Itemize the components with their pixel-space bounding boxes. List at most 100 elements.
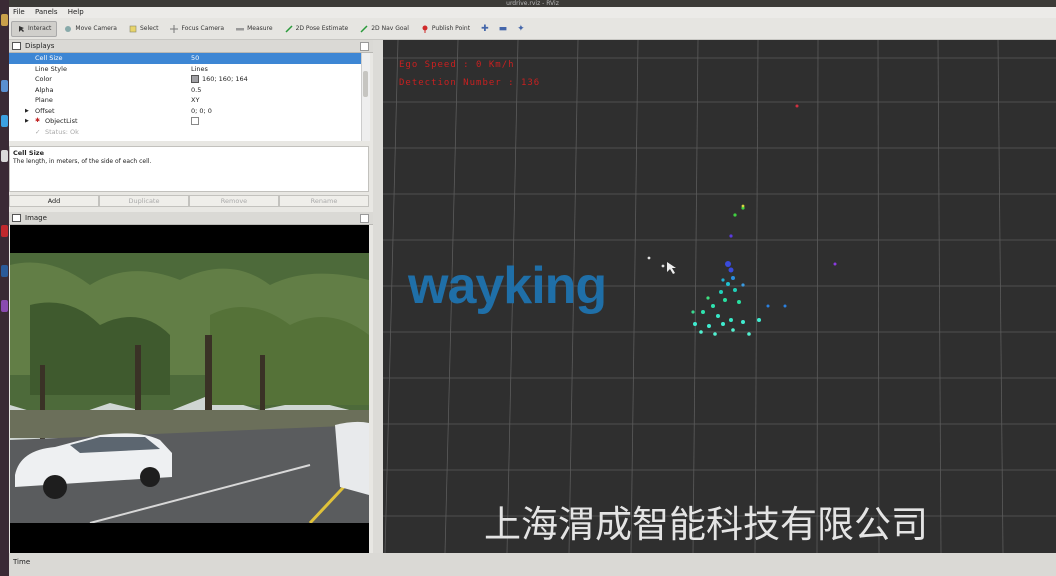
panel-close-button[interactable]	[360, 214, 369, 223]
property-value[interactable]	[191, 116, 199, 127]
plus-icon: ✚	[481, 23, 489, 34]
dock-app-icon[interactable]	[1, 80, 8, 92]
interact-icon	[19, 25, 24, 32]
menu-help[interactable]: Help	[64, 7, 88, 18]
tool-label: Select	[139, 25, 159, 32]
scrollbar-thumb[interactable]	[363, 71, 368, 97]
property-tree: Cell Size 50 Line Style Lines Color 160;…	[9, 53, 369, 141]
property-value[interactable]: XY	[191, 95, 199, 106]
image-panel-icon	[12, 214, 21, 222]
menu-file[interactable]: File	[9, 7, 29, 18]
tool-measure[interactable]: Measure	[231, 21, 278, 37]
menu-panels[interactable]: Panels	[31, 7, 62, 18]
window-title-bar: urdrive.rviz - RViz	[9, 0, 1056, 7]
remove-button[interactable]: Remove	[189, 195, 279, 207]
property-row-line-style[interactable]: Line Style Lines	[9, 64, 369, 75]
displays-panel-header: Displays	[9, 40, 373, 53]
property-key: ObjectList	[45, 117, 78, 125]
nav-goal-icon	[360, 24, 368, 33]
window-title: urdrive.rviz - RViz	[506, 0, 559, 7]
measure-icon	[236, 27, 245, 30]
dock-app-icon[interactable]	[1, 265, 8, 277]
tool-move-camera[interactable]: Move Camera	[59, 21, 122, 37]
property-row-objectlist[interactable]: ▶ ✱ ObjectList	[9, 116, 369, 127]
image-panel: Image	[9, 212, 373, 553]
tool-2d-nav-goal[interactable]: 2D Nav Goal	[355, 21, 414, 37]
help-title: Cell Size	[13, 149, 44, 157]
property-row-offset[interactable]: ▶ Offset 0; 0; 0	[9, 106, 369, 117]
tool-2d-pose-estimate[interactable]: 2D Pose Estimate	[280, 21, 354, 37]
camera-image	[10, 225, 369, 553]
expand-arrow-icon[interactable]: ▶	[25, 116, 29, 127]
add-button[interactable]: Add	[9, 195, 99, 207]
displays-title: Displays	[25, 42, 55, 50]
property-key: Offset	[35, 106, 55, 115]
color-value: 160; 160; 164	[202, 75, 248, 83]
tool-label: 2D Nav Goal	[371, 25, 409, 32]
property-scrollbar[interactable]	[361, 53, 370, 141]
panel-close-button[interactable]	[360, 42, 369, 51]
os-dock	[0, 0, 9, 576]
crosshair-icon: ✦	[517, 23, 525, 34]
property-key: Cell Size	[35, 54, 63, 62]
tool-label: Move Camera	[75, 25, 117, 32]
company-name-caption: 上海渭成智能科技有限公司	[484, 503, 928, 546]
displays-buttons: Add Duplicate Remove Rename	[9, 195, 369, 207]
dock-app-icon[interactable]	[1, 14, 8, 26]
camera-image-view	[10, 225, 369, 553]
tool-focus-camera[interactable]: Focus Camera	[165, 21, 229, 37]
tool-bar: Interact Move Camera Select Focus Camera…	[9, 18, 1056, 40]
expand-arrow-icon[interactable]: ▶	[25, 106, 29, 117]
property-value[interactable]: Lines	[191, 64, 208, 75]
dock-app-icon[interactable]	[1, 115, 8, 127]
image-panel-title: Image	[25, 214, 47, 222]
dock-app-icon[interactable]	[1, 300, 8, 312]
property-row-cell-size[interactable]: Cell Size 50	[9, 53, 369, 64]
tool-label: Interact	[28, 25, 52, 32]
tool-interact[interactable]: Interact	[11, 20, 58, 37]
color-swatch[interactable]	[191, 75, 199, 83]
property-row-alpha[interactable]: Alpha 0.5	[9, 85, 369, 96]
menu-bar: File Panels Help	[9, 7, 1056, 18]
property-help-box: Cell Size The length, in meters, of the …	[9, 146, 369, 192]
publish-point-icon	[422, 25, 428, 33]
help-description: The length, in meters, of the side of ea…	[13, 158, 152, 165]
property-key: Plane	[35, 96, 53, 104]
objectlist-display-icon: ✱	[35, 117, 41, 124]
property-row-plane[interactable]: Plane XY	[9, 95, 369, 106]
tool-publish-point[interactable]: Publish Point	[416, 21, 475, 37]
detection-number-readout: Detection Number : 136	[399, 78, 541, 88]
time-panel: Time	[9, 553, 1056, 576]
property-key: Color	[35, 75, 52, 83]
dock-app-icon[interactable]	[1, 225, 8, 237]
add-tool-button[interactable]: ✚	[477, 21, 493, 37]
tool-properties-button[interactable]: ✦	[513, 21, 529, 37]
property-value[interactable]: 50	[191, 53, 199, 64]
dock-app-icon[interactable]	[1, 150, 8, 162]
property-key: Alpha	[35, 85, 54, 94]
move-camera-icon	[65, 25, 72, 32]
left-dock: Displays Cell Size 50 Line Style Lines C…	[9, 40, 373, 553]
duplicate-button[interactable]: Duplicate	[99, 195, 189, 207]
tool-label: 2D Pose Estimate	[295, 25, 349, 32]
pose-estimate-icon	[285, 24, 293, 33]
wayking-logo: wayking	[408, 257, 607, 315]
property-value[interactable]: 160; 160; 164	[191, 74, 248, 85]
tool-select[interactable]: Select	[124, 21, 164, 37]
property-value[interactable]: 0.5	[191, 85, 201, 96]
property-value[interactable]: 0; 0; 0	[191, 106, 212, 117]
check-icon: ✓	[35, 127, 41, 136]
tool-label: Publish Point	[431, 25, 471, 32]
time-panel-title: Time	[13, 558, 31, 566]
image-panel-header: Image	[9, 212, 373, 225]
property-key: Status: Ok	[45, 127, 79, 136]
focus-camera-icon	[170, 24, 179, 33]
remove-tool-button[interactable]: ▬	[495, 21, 512, 37]
ego-speed-readout: Ego Speed : 0 Km/h	[399, 60, 515, 70]
point-cloud	[647, 104, 837, 336]
property-row-color[interactable]: Color 160; 160; 164	[9, 74, 369, 85]
enable-checkbox[interactable]	[191, 117, 199, 125]
displays-icon	[12, 42, 21, 50]
rename-button[interactable]: Rename	[279, 195, 369, 207]
panel-splitter[interactable]	[373, 40, 383, 553]
